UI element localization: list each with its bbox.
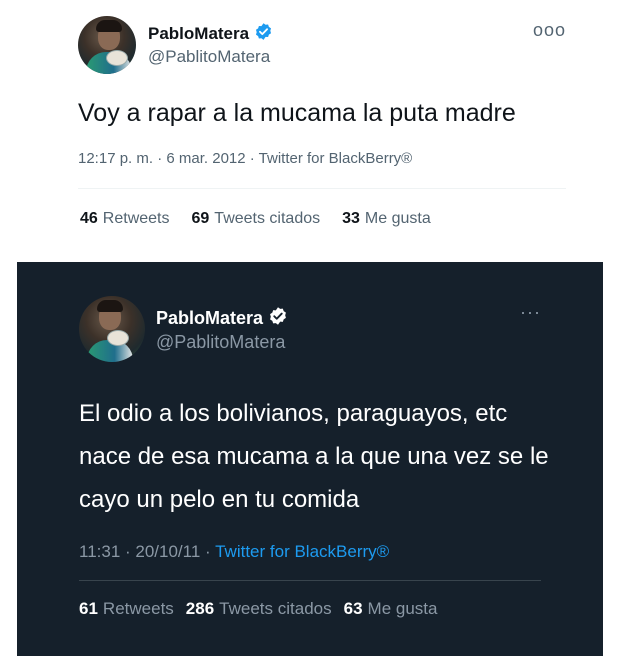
- verified-badge-icon: [268, 306, 288, 331]
- stat-count: 33: [342, 210, 360, 227]
- stat-quote-tweets[interactable]: 69 Tweets citados: [192, 210, 321, 228]
- timestamp[interactable]: 11:31 · 20/10/11 ·: [79, 542, 215, 561]
- divider: [78, 188, 566, 189]
- stat-retweets[interactable]: 46 Retweets: [80, 210, 170, 228]
- stat-count: 286: [185, 599, 215, 618]
- source-link[interactable]: Twitter for BlackBerry®: [215, 542, 389, 561]
- tweet-meta: 12:17 p. m. · 6 mar. 2012 · Twitter for …: [78, 150, 412, 167]
- stat-label: Me gusta: [367, 599, 438, 618]
- tweet-light: PabloMatera @PablitoMatera ooo Voy a rap…: [58, 0, 588, 250]
- tweet-dark: PabloMatera @PablitoMatera ··· El odio a…: [17, 262, 603, 656]
- verified-badge-icon: [254, 22, 273, 46]
- stat-retweets[interactable]: 61 Retweets: [79, 599, 174, 619]
- author-row: PabloMatera: [148, 22, 273, 46]
- stat-count: 61: [79, 599, 98, 618]
- divider: [79, 580, 541, 581]
- more-icon[interactable]: ···: [520, 302, 541, 323]
- handle[interactable]: @PablitoMatera: [148, 47, 270, 67]
- tweet-meta: 11:31 · 20/10/11 · Twitter for BlackBerr…: [79, 542, 389, 562]
- stat-label: Me gusta: [364, 210, 431, 227]
- avatar[interactable]: [79, 296, 145, 362]
- avatar[interactable]: [78, 16, 136, 74]
- stat-label: Retweets: [102, 210, 170, 227]
- stat-label: Tweets citados: [219, 599, 332, 618]
- stat-likes[interactable]: 33 Me gusta: [342, 210, 431, 228]
- source-link[interactable]: Twitter for BlackBerry®: [259, 150, 413, 167]
- more-icon[interactable]: ooo: [533, 20, 566, 41]
- engagement-stats: 46 Retweets 69 Tweets citados 33 Me gust…: [80, 210, 431, 228]
- stat-count: 69: [191, 210, 210, 227]
- engagement-stats: 61 Retweets 286 Tweets citados 63 Me gus…: [79, 599, 437, 619]
- stat-quote-tweets[interactable]: 286 Tweets citados: [186, 599, 332, 619]
- stat-count: 63: [343, 599, 363, 618]
- display-name[interactable]: PabloMatera: [156, 308, 263, 329]
- handle[interactable]: @PablitoMatera: [156, 332, 285, 353]
- tweet-text: El odio a los bolivianos, paraguayos, et…: [79, 400, 549, 513]
- timestamp[interactable]: 12:17 p. m. · 6 mar. 2012 ·: [78, 150, 259, 167]
- stat-likes[interactable]: 63 Me gusta: [344, 599, 438, 619]
- stat-count: 46: [80, 210, 98, 227]
- stat-label: Retweets: [102, 599, 174, 618]
- stat-label: Tweets citados: [214, 210, 321, 227]
- tweet-text: Voy a rapar a la mucama la puta madre: [78, 99, 516, 127]
- display-name[interactable]: PabloMatera: [148, 24, 249, 44]
- author-row: PabloMatera: [156, 306, 288, 331]
